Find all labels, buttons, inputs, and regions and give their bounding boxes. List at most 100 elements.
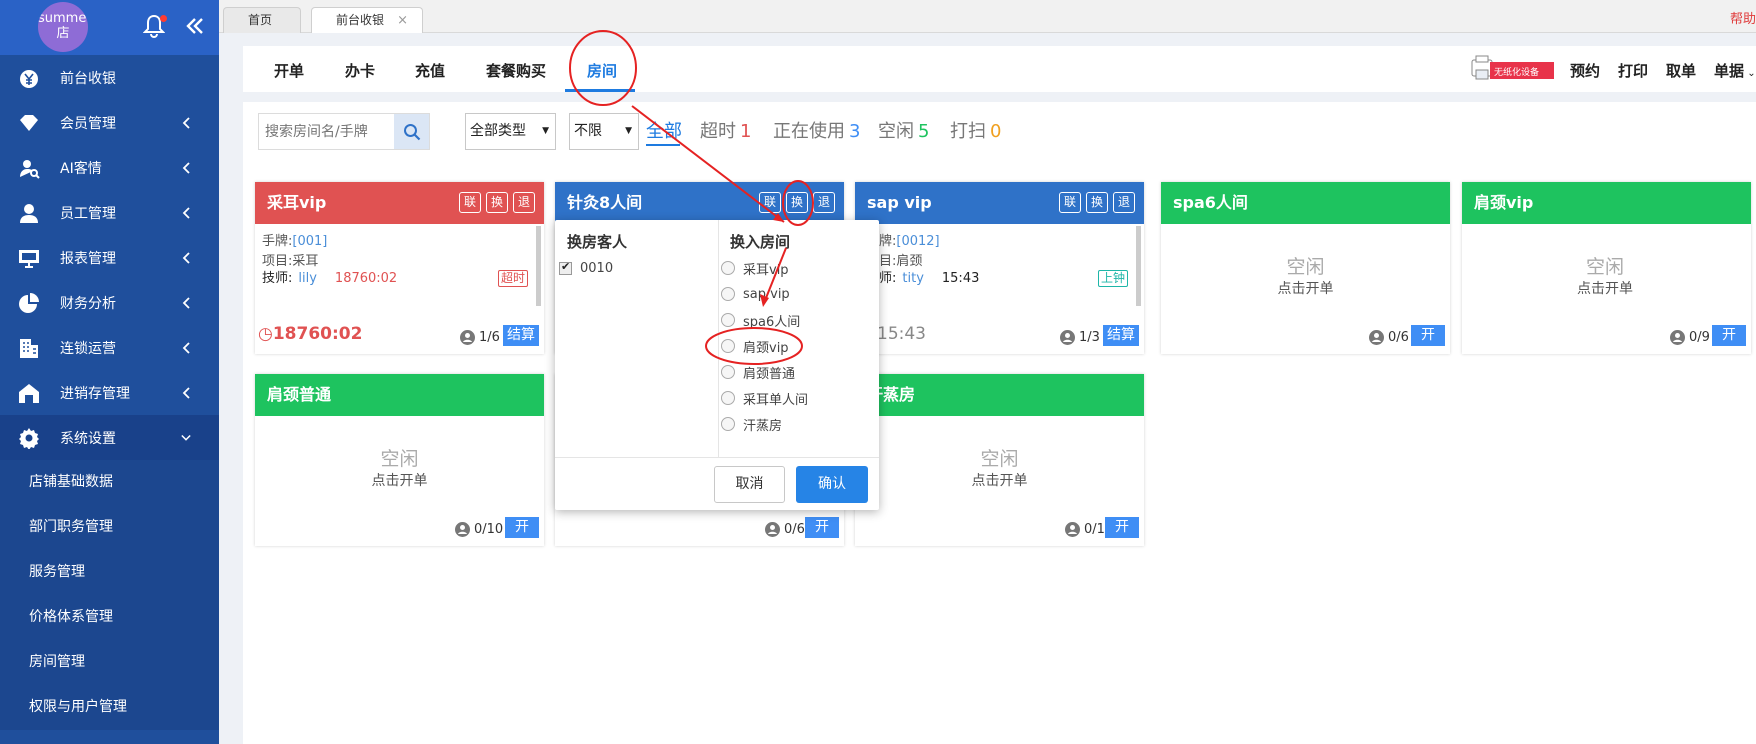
submenu-store-data[interactable]: 店铺基础数据	[0, 460, 219, 505]
room-card-sauna[interactable]: 汗蒸房 空闲 点击开单 0/1 开	[855, 374, 1144, 546]
menu-item-ai[interactable]: AI客情	[0, 145, 219, 190]
open-room-button[interactable]: 开	[805, 517, 839, 538]
radio-icon	[721, 365, 735, 379]
filter-cleaning[interactable]: 打扫 0	[950, 117, 1001, 143]
room-option[interactable]: 汗蒸房	[721, 415, 782, 434]
filter-in-use[interactable]: 正在使用 3	[773, 117, 860, 143]
room-option[interactable]: 肩颈vip	[721, 337, 789, 356]
room-card-spa6[interactable]: spa6人间 空闲 点击开单 0/6 开	[1161, 182, 1450, 354]
checkout-room-button[interactable]: 退	[813, 192, 835, 213]
open-room-button[interactable]: 开	[1712, 325, 1746, 346]
filter-idle[interactable]: 空闲 5	[878, 117, 929, 143]
store-avatar[interactable]: summer5A店	[38, 2, 88, 52]
menu-item-cashier[interactable]: 前台收银	[0, 55, 219, 100]
technician-line: 师: tity 15:43	[879, 267, 979, 286]
link-room-button[interactable]: 联	[759, 192, 781, 213]
submenu-department[interactable]: 部门职务管理	[0, 505, 219, 550]
submenu-room[interactable]: 房间管理	[0, 640, 219, 685]
room-option-label: 肩颈普通	[743, 366, 796, 382]
filter-label: 全部	[646, 121, 682, 142]
sidebar-header: summer5A店	[0, 0, 219, 55]
search-button[interactable]	[394, 114, 429, 149]
nav-tab-card[interactable]: 办卡	[345, 60, 375, 81]
room-option[interactable]: 肩颈普通	[721, 363, 796, 382]
open-order-tip[interactable]: 点击开单	[255, 470, 544, 490]
room-card-neck-normal[interactable]: 肩颈普通 空闲 点击开单 0/10 开	[255, 374, 544, 546]
reservation-button[interactable]: 预约	[1570, 60, 1600, 81]
notification-dot	[160, 15, 167, 22]
chevron-left-icon	[182, 206, 190, 219]
menu-label: 员工管理	[60, 205, 116, 222]
technician-name[interactable]: tity	[902, 271, 924, 286]
limit-select[interactable]: 不限 ▼	[569, 113, 639, 150]
tab-label: 首页	[248, 13, 273, 27]
settle-button[interactable]: 结算	[503, 325, 539, 346]
change-room-button[interactable]: 换	[786, 192, 808, 213]
menu-item-finance[interactable]: 财务分析	[0, 280, 219, 325]
room-search-input[interactable]	[259, 114, 395, 149]
menu-item-chain[interactable]: 连锁运营	[0, 325, 219, 370]
scrollbar[interactable]	[1136, 226, 1141, 306]
collapse-sidebar-icon[interactable]	[184, 14, 206, 38]
cancel-button[interactable]: 取消	[714, 466, 785, 503]
print-button[interactable]: 打印	[1618, 60, 1648, 81]
menu-item-settings[interactable]: 系统设置	[0, 415, 219, 460]
close-tab-icon[interactable]: ×	[397, 8, 408, 33]
checkout-room-button[interactable]: 退	[513, 192, 535, 213]
open-room-button[interactable]: 开	[1411, 325, 1445, 346]
paperless-device-button[interactable]: 无纸化设备	[1470, 54, 1556, 83]
room-option[interactable]: 采耳vip	[721, 259, 789, 278]
tab-home[interactable]: 首页	[223, 7, 301, 33]
status-badge: 超时	[498, 270, 529, 287]
count-value: 0/6	[784, 522, 805, 537]
confirm-button[interactable]: 确认	[796, 466, 868, 503]
help-link[interactable]: 帮助	[1730, 8, 1756, 27]
menu-label: 前台收银	[60, 70, 116, 87]
receipt-menu-button[interactable]: 单据 ⌄	[1714, 60, 1756, 81]
room-card-sap-vip[interactable]: sap vip 联 换 退 牌:[0012] 目:肩颈 师: tity 15:43 …	[855, 182, 1144, 354]
technician-name[interactable]: lily	[298, 271, 317, 286]
menu-item-report[interactable]: 报表管理	[0, 235, 219, 280]
tab-cashier[interactable]: 前台收银 ×	[311, 7, 423, 33]
guest-checkbox[interactable]: 0010	[559, 260, 613, 276]
nav-tab-recharge[interactable]: 充值	[415, 60, 445, 81]
room-type-select[interactable]: 全部类型 ▼	[465, 113, 556, 150]
submenu-service[interactable]: 服务管理	[0, 550, 219, 595]
submenu-permission[interactable]: 权限与用户管理	[0, 685, 219, 730]
settle-button[interactable]: 结算	[1103, 325, 1139, 346]
room-option[interactable]: 采耳单人间	[721, 389, 808, 408]
service-time: 15:43	[941, 271, 980, 286]
filter-all[interactable]: 全部	[646, 117, 682, 143]
room-option[interactable]: spa6人间	[721, 311, 800, 330]
room-card-body: 手牌:[001] 项目:采耳 技师: lily 18760:02 超时 ◷18760…	[255, 224, 544, 354]
nav-tab-package[interactable]: 套餐购买	[486, 60, 546, 81]
take-order-button[interactable]: 取单	[1666, 60, 1696, 81]
open-order-tip[interactable]: 点击开单	[1161, 278, 1450, 298]
scrollbar[interactable]	[536, 226, 541, 306]
filter-overtime[interactable]: 超时 1	[700, 117, 751, 143]
open-room-button[interactable]: 开	[1105, 517, 1139, 538]
submenu-price[interactable]: 价格体系管理	[0, 595, 219, 640]
link-room-button[interactable]: 联	[1059, 192, 1081, 213]
nav-tab-open-order[interactable]: 开单	[274, 60, 304, 81]
nav-tab-room[interactable]: 房间	[587, 60, 617, 81]
room-card-neck-vip[interactable]: 肩颈vip 空闲 点击开单 0/9 开	[1462, 182, 1751, 354]
room-card-caier-vip[interactable]: 采耳vip 联 换 退 手牌:[001] 项目:采耳 技师: lily 18760:…	[255, 182, 544, 354]
menu-item-staff[interactable]: 员工管理	[0, 190, 219, 235]
open-order-tip[interactable]: 点击开单	[855, 470, 1144, 490]
user-icon	[455, 522, 470, 537]
link-room-button[interactable]: 联	[459, 192, 481, 213]
chevron-down-icon: ⌄	[1744, 68, 1756, 79]
menu-item-member[interactable]: 会员管理	[0, 100, 219, 145]
user-icon	[460, 330, 475, 345]
change-room-button[interactable]: 换	[486, 192, 508, 213]
radio-icon	[721, 261, 735, 275]
room-card-header: 肩颈普通	[255, 374, 544, 416]
room-option[interactable]: sap vip	[721, 285, 790, 303]
open-room-button[interactable]: 开	[505, 517, 539, 538]
open-order-tip[interactable]: 点击开单	[1462, 278, 1748, 298]
change-room-dialog: 换房客人 换入房间 0010 采耳vip sap vip spa6人间 肩颈vi…	[555, 220, 879, 510]
checkout-room-button[interactable]: 退	[1113, 192, 1135, 213]
change-room-button[interactable]: 换	[1086, 192, 1108, 213]
menu-item-inventory[interactable]: 进销存管理	[0, 370, 219, 415]
